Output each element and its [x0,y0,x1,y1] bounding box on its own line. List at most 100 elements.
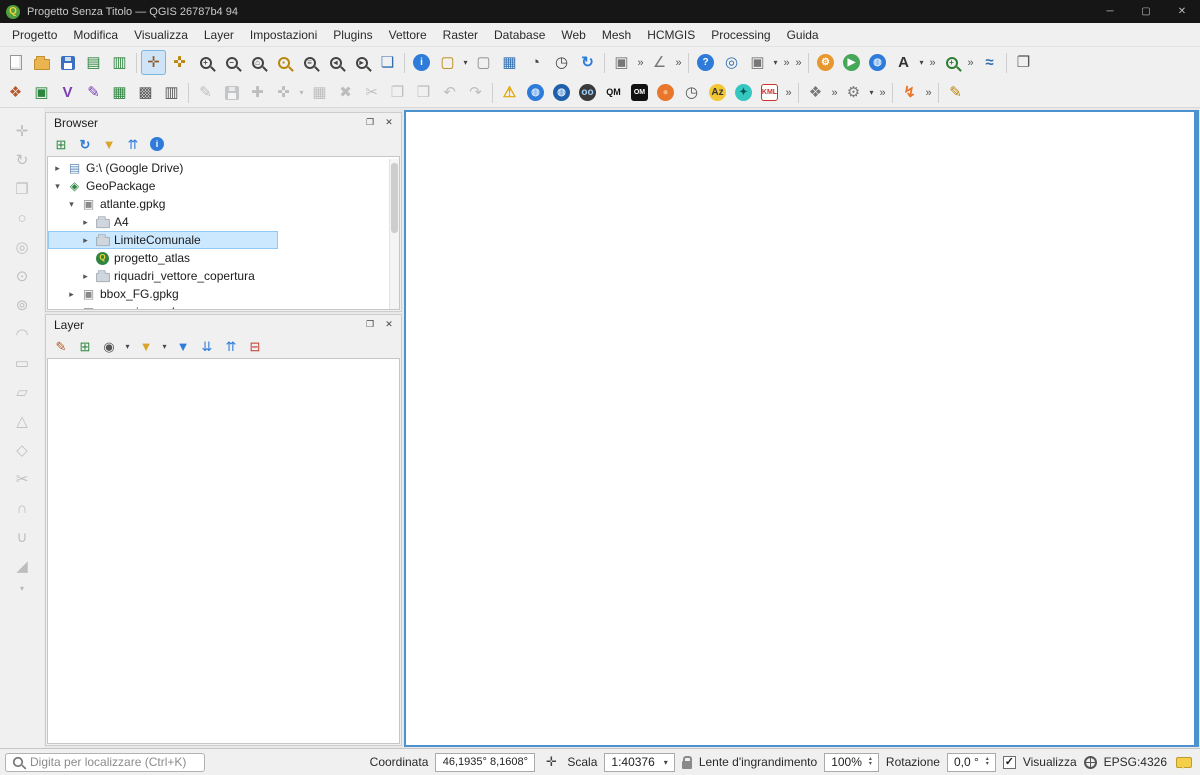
browser-item-a4[interactable]: ▸ A4 [48,213,399,231]
text-search-plugin-icon[interactable]: A [891,50,916,75]
magnifier-spinbox[interactable]: 100% [824,752,879,772]
toolbar-overflow-chevron[interactable]: » [923,87,934,99]
layers-float-button[interactable]: ❐ [363,318,377,332]
undo-icon[interactable]: ↶ [437,80,462,105]
zoom-to-layer-icon[interactable]: ≡ [297,50,322,75]
select-features-icon[interactable]: ▢ [435,50,460,75]
redo-icon[interactable]: ↷ [463,80,488,105]
move-feature-icon[interactable]: ✛ [11,120,33,142]
rotation-spinbox[interactable]: 0,0 ° [946,752,996,772]
toolbar-overflow-chevron[interactable]: » [673,57,684,69]
tree-expander-icon[interactable]: ▸ [66,307,77,310]
ellipse-center-icon[interactable]: ⊚ [11,294,33,316]
menu-impostazioni[interactable]: Impostazioni [242,25,325,45]
filter-browser-icon[interactable]: ▼ [99,134,119,154]
locator-search-input[interactable]: Digita per localizzare (Ctrl+K) [5,752,205,772]
tree-expander-icon[interactable]: ▾ [52,181,63,192]
select-features-dropdown[interactable]: ▾ [461,58,470,67]
trim-extend-icon[interactable]: ◢ [11,555,33,577]
rectangle-extent-icon[interactable]: ▭ [11,352,33,374]
elevation-profile-icon[interactable]: ▣ [609,50,634,75]
refresh-browser-icon[interactable]: ↻ [75,134,95,154]
options-group-dropdown[interactable]: ▾ [867,88,876,97]
tree-expander-icon[interactable]: ▾ [66,199,77,210]
magnifier-spin-arrows[interactable] [869,757,872,767]
collapse-all-layers-icon[interactable]: ⇈ [221,336,241,356]
browser-item-geopackage[interactable]: ▾ ◈ GeoPackage [48,177,399,195]
menu-raster[interactable]: Raster [435,25,486,45]
circle-3points-icon[interactable]: ◎ [11,236,33,258]
data-source-manager-icon[interactable]: ❖ [3,80,28,105]
toggle-editing-icon[interactable]: ✎ [193,80,218,105]
layers-list[interactable] [47,358,400,744]
lightning-plugin-icon[interactable]: ↯ [897,80,922,105]
new-map-view-icon[interactable]: ❏ [375,50,400,75]
toolbar-overflow-chevron[interactable]: » [965,57,976,69]
menu-web[interactable]: Web [553,25,593,45]
browser-item-progetto-atlas[interactable]: Qprogetto_atlas [48,249,399,267]
delete-selected-icon[interactable]: ✖ [333,80,358,105]
modify-attributes-icon[interactable]: ▦ [307,80,332,105]
toolbar-overflow-chevron[interactable]: » [781,57,792,69]
menu-processing[interactable]: Processing [703,25,778,45]
map-canvas[interactable] [404,110,1199,747]
quickmapservices-icon[interactable]: ◍ [523,80,548,105]
copy-move-feature-icon[interactable]: ❐ [11,178,33,200]
whats-this-icon[interactable]: ◎ [719,50,744,75]
crs-icon[interactable] [1083,755,1097,769]
temporal-controller-icon[interactable]: ◔ [523,50,548,75]
layers-close-button[interactable]: ✕ [382,318,396,332]
toolbar-overflow-chevron[interactable]: » [877,87,888,99]
quickmapservices-settings-icon[interactable]: ◍ [549,80,574,105]
toolbar-overflow-chevron[interactable]: » [793,57,804,69]
clock-icon[interactable]: ◷ [549,50,574,75]
browser-item-bbox-fg-gpkg[interactable]: ▸ ▣ bbox_FG.gpkg [48,285,399,303]
expand-all-icon[interactable]: ⇊ [197,336,217,356]
pan-map-icon[interactable]: ✛ [141,50,166,75]
new-geopackage-layer-icon[interactable]: ▣ [29,80,54,105]
zoom-out-icon[interactable]: − [219,50,244,75]
extents-toggle-icon[interactable] [542,753,560,771]
browser-item-limitecomunale[interactable]: ▸ LimiteComunale [48,231,278,249]
plugin-group-icon[interactable]: ❖ [803,80,828,105]
help-icon[interactable]: ? [693,50,718,75]
regular-polygon-icon[interactable]: △ [11,410,33,432]
zoom-in-icon[interactable]: + [193,50,218,75]
new-virtual-layer-icon[interactable]: ▩ [133,80,158,105]
check-geometries-warning-icon[interactable]: ⚠ [497,80,522,105]
merge-features-icon[interactable]: ∪ [11,526,33,548]
render-checkbox[interactable] [1002,755,1016,769]
rectangle-3points-icon[interactable]: ▱ [11,381,33,403]
menu-layer[interactable]: Layer [196,25,242,45]
toolbar-overflow-chevron[interactable]: » [635,57,646,69]
osm-place-search-icon[interactable]: + [939,50,964,75]
more-digitizing-dropdown[interactable]: ▾ [18,584,27,593]
lock-scale-icon[interactable] [681,755,692,769]
copy-features-icon[interactable]: ❐ [385,80,410,105]
menu-database[interactable]: Database [486,25,553,45]
split-features-icon[interactable]: ✂ [11,468,33,490]
orange-ball-plugin-icon[interactable]: ● [653,80,678,105]
paste-features-icon[interactable]: ❒ [411,80,436,105]
map-themes-dropdown[interactable]: ▾ [123,342,132,351]
new-spatialite-layer-icon[interactable]: ✎ [81,80,106,105]
filter-legend-dropdown[interactable]: ▾ [160,342,169,351]
vertex-tool-icon[interactable]: ✜ [271,80,296,105]
tree-expander-icon[interactable]: ▸ [52,163,63,174]
web-globe-plugin-icon[interactable]: ◍ [865,50,890,75]
tree-expander-icon[interactable]: ▸ [66,289,77,300]
toolbar-overflow-chevron[interactable]: » [783,87,794,99]
toolbox-group-icon[interactable]: ▣ [745,50,770,75]
minimize-button[interactable]: ─ [1092,0,1128,23]
processing-toolbox-icon[interactable]: ⚙ [813,50,838,75]
time-manager-plugin-icon[interactable]: ◷ [679,80,704,105]
new-print-layout-icon[interactable]: ▤ [81,50,106,75]
new-project-icon[interactable] [3,50,28,75]
menu-guida[interactable]: Guida [779,25,827,45]
zoom-to-selection-icon[interactable]: ▪ [271,50,296,75]
arc-3points-icon[interactable]: ◠ [11,323,33,345]
layout-manager-icon[interactable]: ▥ [107,50,132,75]
menu-vettore[interactable]: Vettore [381,25,435,45]
save-project-icon[interactable] [55,50,80,75]
kml-tools-plugin-icon[interactable]: KML [757,80,782,105]
